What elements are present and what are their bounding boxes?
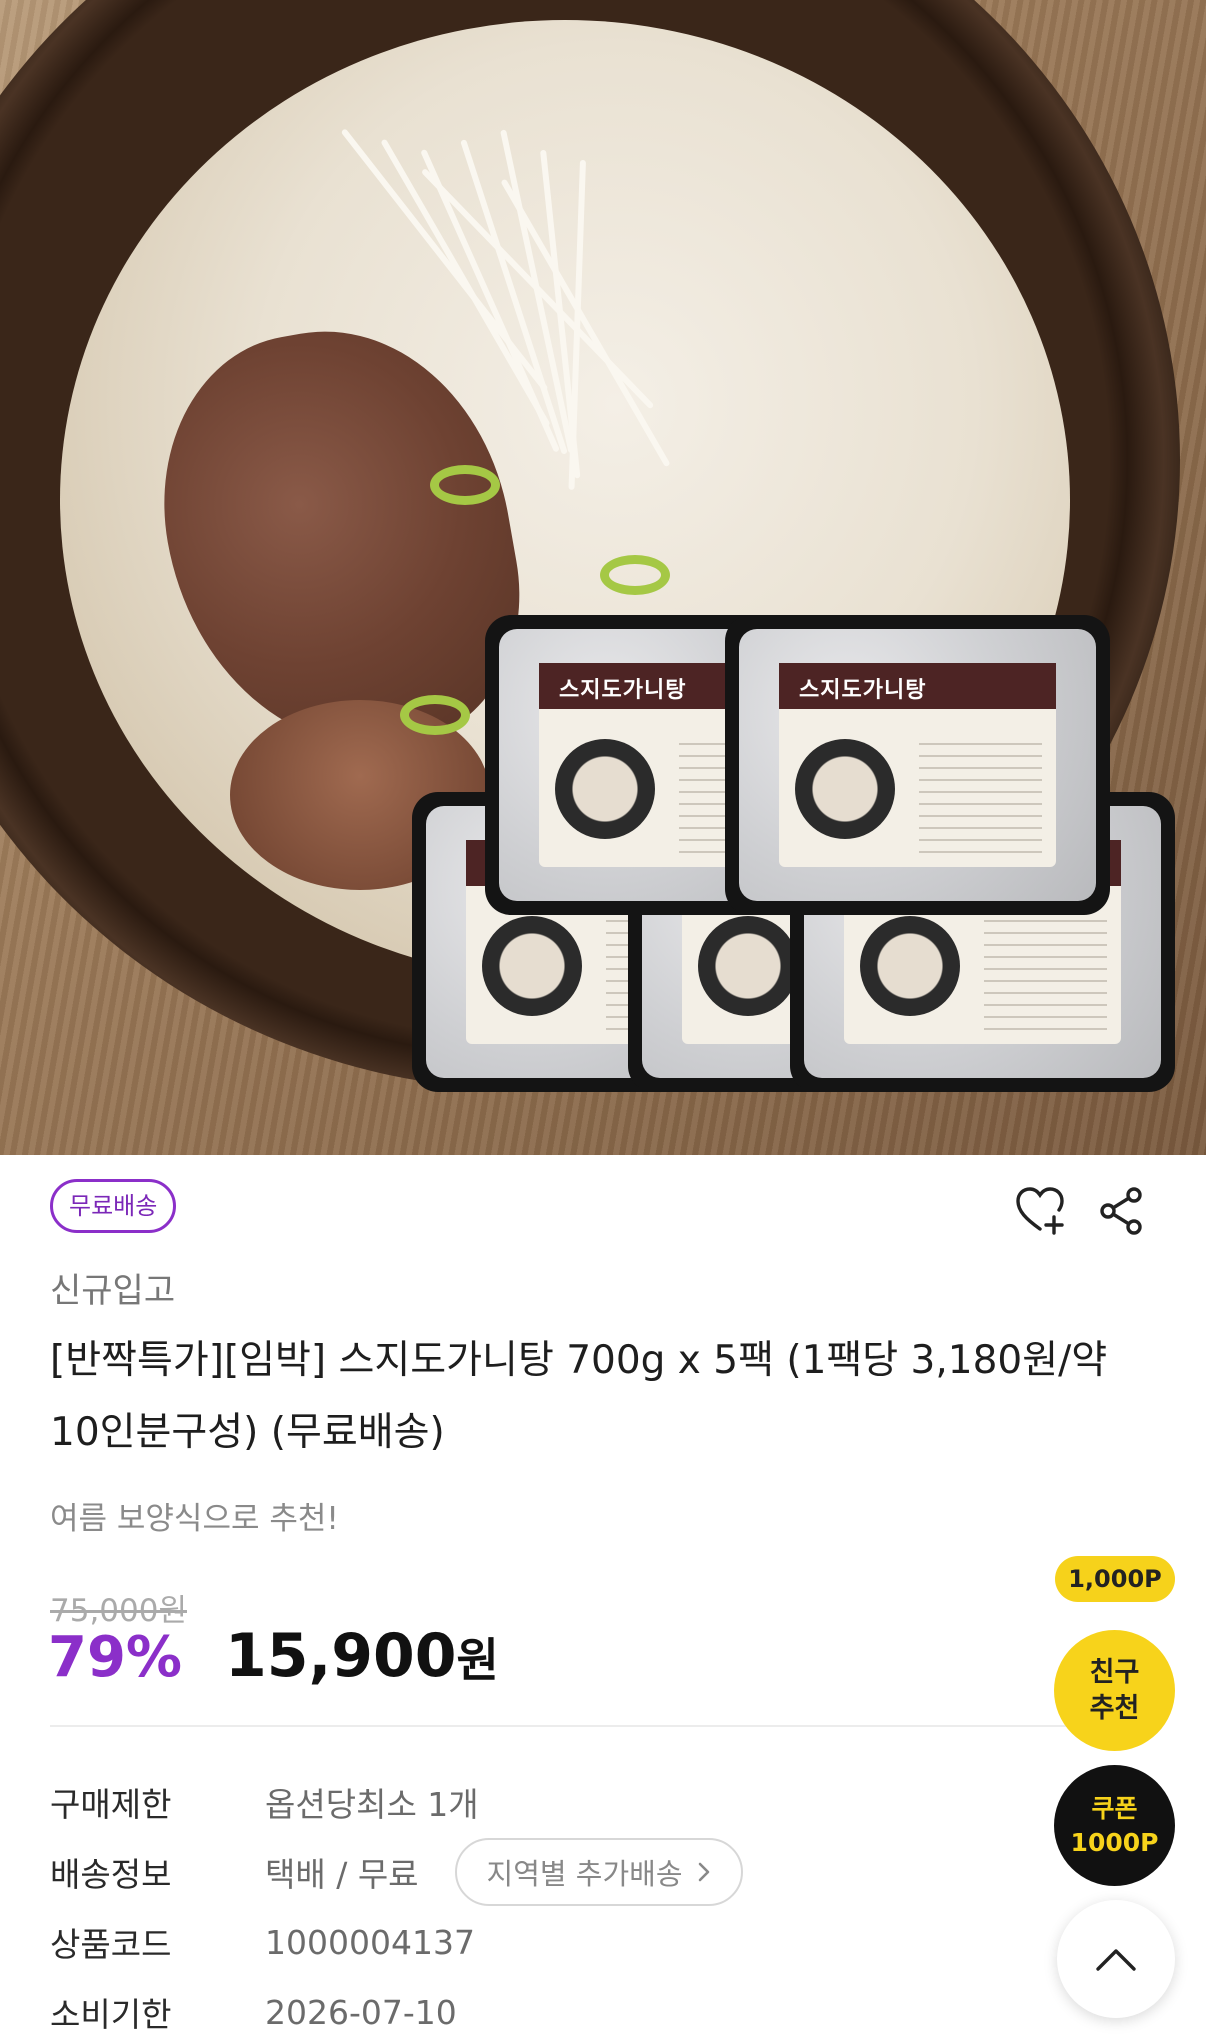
regional-shipping-button[interactable]: 지역별 추가배송 [454, 1838, 743, 1906]
spec-value: 택배 / 무료 [265, 1855, 419, 1894]
product-info: 무료배송 신규입고 [반짝특가][임박] 스지도가니탕 700g x 5팩 (1… [0, 1155, 1206, 2035]
spec-value: 옵션당최소 1개 [265, 1785, 479, 1824]
sale-price-value: 15,900 [225, 1621, 457, 1691]
regional-shipping-label: 지역별 추가배송 [486, 1857, 683, 1891]
friend-referral-button[interactable]: 친구 추천 [1054, 1630, 1175, 1751]
product-title: [반짝특가][임박] 스지도가니탕 700g x 5팩 (1팩당 3,180원/… [50, 1338, 1108, 1455]
green-onion-slice [400, 695, 470, 735]
spec-row-delivery: 배송정보 택배 / 무료 지역별 추가배송 [50, 1838, 743, 1906]
discount-rate: 79% [48, 1625, 183, 1690]
product-hero-image[interactable]: 스지도가니탕 스지도가니탕 스지도가니탕 스지도가니탕 스지도가니탕 [0, 0, 1206, 1155]
spec-value: 1000004137 [265, 1922, 475, 1962]
spec-key: 상품코드 [50, 1925, 172, 1964]
pack-label-text: 스지도가니탕 [779, 663, 1056, 709]
coupon-label-line2: 1000P [1070, 1827, 1159, 1857]
coupon-button[interactable]: 쿠폰 1000P [1054, 1765, 1175, 1886]
spec-row-expiry: 소비기한 2026-07-10 [50, 1982, 457, 2035]
spec-value: 2026-07-10 [265, 1992, 457, 2032]
packaged-soup-tray: 스지도가니탕 [725, 615, 1110, 915]
spec-key: 소비기한 [50, 1995, 172, 2034]
friend-label-line1: 친구 [1089, 1656, 1140, 1688]
coupon-label-line1: 쿠폰 [1091, 1793, 1138, 1823]
points-badge: 1,000P [1055, 1556, 1175, 1602]
divider [50, 1725, 1070, 1727]
product-subtitle: 여름 보양식으로 추천! [50, 1501, 339, 1537]
new-arrival-label: 신규입고 [50, 1271, 176, 1311]
green-onion-slice [600, 555, 670, 595]
chevron-up-icon [1096, 1949, 1136, 1971]
original-price: 75,000원 [50, 1593, 187, 1629]
wishlist-button[interactable] [1010, 1181, 1070, 1241]
spec-row-product-code: 상품코드 1000004137 [50, 1912, 475, 1972]
scroll-to-top-button[interactable] [1057, 1900, 1175, 2018]
green-onion-slice [430, 465, 500, 505]
share-icon [1100, 1187, 1142, 1235]
free-shipping-badge: 무료배송 [50, 1179, 177, 1233]
chevron-right-icon [698, 1862, 709, 1882]
friend-label-line2: 추천 [1089, 1692, 1140, 1724]
spec-key: 배송정보 [50, 1855, 172, 1894]
heart-plus-icon [1016, 1187, 1064, 1235]
spec-key: 구매제한 [50, 1785, 172, 1824]
enoki-mushrooms [300, 128, 760, 550]
spec-row-purchase-limit: 구매제한 옵션당최소 1개 [50, 1772, 479, 1832]
sale-price: 15,900원 [225, 1621, 499, 1691]
share-button[interactable] [1092, 1181, 1152, 1241]
currency-label: 원 [456, 1633, 499, 1687]
